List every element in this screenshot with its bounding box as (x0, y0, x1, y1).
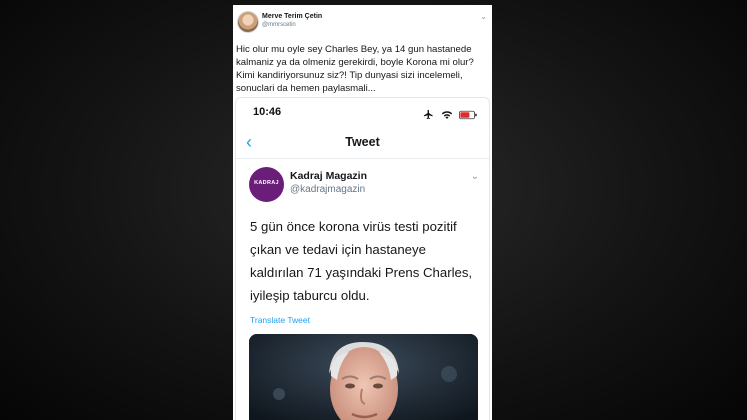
portrait-photo-illustration (249, 334, 478, 420)
kadraj-avatar[interactable]: KADRAJ (249, 167, 284, 202)
status-bar-icons (421, 106, 477, 120)
embedded-phone-screenshot: 10:46 ‹ Tweet KADRAJ Kadraj Magazin @kad… (235, 97, 490, 420)
chevron-down-icon[interactable]: ⌄ (480, 12, 487, 21)
outer-tweet-text: Hic olur mu oyle sey Charles Bey, ya 14 … (236, 43, 490, 95)
chevron-down-icon[interactable]: ⌄ (471, 171, 479, 182)
tweet-text-line: çıkan ve tedavi için hastaneye (250, 242, 426, 257)
inner-tweet-text: 5 gün önce korona virüs testi pozitif çı… (250, 215, 486, 307)
navigation-bar: ‹ Tweet (236, 128, 489, 159)
outer-tweet-card: Merve Terim Çetin @mmrscetin ⌄ Hic olur … (233, 5, 492, 420)
tweet-author-handle[interactable]: @kadrajmagazin (290, 184, 365, 195)
status-bar-time: 10:46 (253, 106, 282, 118)
tweet-author-name[interactable]: Kadraj Magazin (290, 170, 367, 182)
tweet-text-line: iyileşip taburcu oldu. (250, 288, 370, 303)
translate-tweet-link[interactable]: Translate Tweet (250, 315, 310, 325)
battery-icon (459, 110, 477, 119)
tweet-text-line: Hic olur mu oyle sey Charles Bey, ya 14 … (236, 44, 472, 55)
wifi-icon (441, 111, 452, 119)
author-handle[interactable]: @mmrscetin (262, 22, 296, 28)
avatar-logo-text: KADRAJ (254, 180, 279, 186)
avatar[interactable] (237, 11, 259, 33)
outer-tweet-header: Merve Terim Çetin @mmrscetin ⌄ (233, 5, 492, 41)
tweet-text-line: kaldırılan 71 yaşındaki Prens Charles, (250, 265, 473, 280)
tweet-text-line: Kimi kandiriyorsunuz siz?! Tip dunyasi s… (236, 70, 463, 81)
author-name[interactable]: Merve Terim Çetin (262, 13, 322, 20)
tweet-text-line: sonuclari da hemen paylasmali... (236, 83, 376, 94)
airplane-icon (424, 110, 433, 120)
tweet-photo[interactable] (249, 334, 478, 420)
tweet-text-line: 5 gün önce korona virüs testi pozitif (250, 219, 457, 234)
tweet-text-line: kalmaniz ya da olmeniz gerekirdi, boyle … (236, 57, 474, 68)
page-title: Tweet (345, 135, 380, 149)
